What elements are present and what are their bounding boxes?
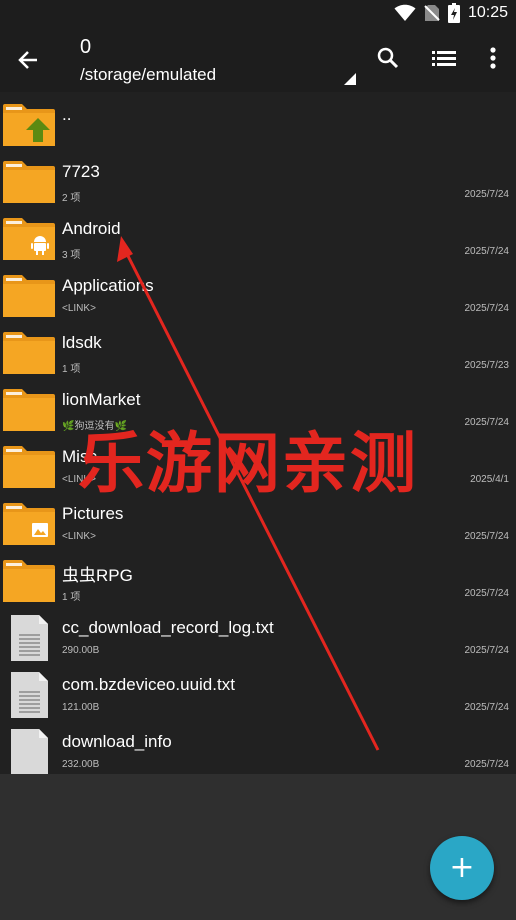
file-name: 虫虫RPG — [62, 566, 133, 585]
file-row[interactable]: 虫虫RPG 1 项 2025/7/24 — [0, 552, 516, 609]
folder-icon — [3, 560, 55, 602]
add-button[interactable]: + — [430, 836, 494, 900]
file-meta: <LINK> — [62, 303, 96, 314]
file-date: 2025/7/24 — [464, 246, 510, 257]
file-row[interactable]: Android 3 项 2025/7/24 — [0, 210, 516, 267]
watermark-text: 乐游网亲测 — [78, 425, 418, 502]
folder-android-icon — [3, 218, 55, 260]
folder-icon — [3, 332, 55, 374]
file-date: 2025/7/24 — [464, 531, 510, 542]
file-date: 2025/7/23 — [464, 360, 510, 371]
file-row[interactable]: .. — [0, 96, 516, 153]
file-row[interactable]: cc_download_record_log.txt 290.00B 2025/7/… — [0, 609, 516, 666]
file-row[interactable]: ldsdk 1 项 2025/7/23 — [0, 324, 516, 381]
file-date: 2025/4/1 — [470, 474, 509, 485]
folder-up-icon — [3, 104, 55, 146]
status-icons: 10:25 — [394, 3, 508, 23]
file-name: com.bzdeviceo.uuid.txt — [62, 675, 235, 694]
more-vert-icon — [490, 47, 496, 69]
file-meta: 232.00B — [62, 759, 100, 770]
file-name: cc_download_record_log.txt — [62, 618, 274, 637]
file-date: 2025/7/24 — [464, 189, 510, 200]
text-file-icon — [11, 615, 48, 661]
file-meta: 1 项 — [62, 364, 81, 375]
file-name: Pictures — [62, 504, 124, 523]
current-path[interactable]: /storage/emulated — [80, 65, 216, 85]
no-sim-icon — [424, 5, 440, 21]
wifi-icon — [394, 4, 416, 21]
file-date: 2025/7/24 — [464, 417, 510, 428]
folder-icon — [3, 389, 55, 431]
file-name: lionMarket — [62, 390, 141, 409]
blank-file-icon — [11, 729, 48, 775]
battery-charging-icon — [447, 3, 460, 23]
file-row[interactable]: 7723 2 项 2025/7/24 — [0, 153, 516, 210]
folder-icon — [3, 275, 55, 317]
file-date: 2025/7/24 — [464, 759, 510, 770]
file-date: 2025/7/24 — [464, 303, 510, 314]
dropdown-triangle-icon[interactable] — [344, 73, 356, 85]
file-date: 2025/7/24 — [464, 645, 510, 656]
file-date: 2025/7/24 — [464, 588, 510, 599]
status-bar: 10:25 — [0, 0, 516, 26]
file-name: 7723 — [62, 162, 100, 181]
file-meta: 121.00B — [62, 702, 100, 713]
folder-icon — [3, 161, 55, 203]
file-meta: <LINK> — [62, 531, 96, 542]
more-options-button[interactable] — [477, 42, 509, 74]
file-row[interactable]: Applications <LINK> 2025/7/24 — [0, 267, 516, 324]
file-name: .. — [62, 105, 72, 124]
file-row[interactable]: com.bzdeviceo.uuid.txt 121.00B 2025/7/24 — [0, 666, 516, 723]
folder-icon — [3, 446, 55, 488]
file-row[interactable]: download_info 232.00B 2025/7/24 — [0, 723, 516, 780]
app-bar: 0 /storage/emulated — [0, 26, 516, 92]
file-name: Applications — [62, 276, 154, 295]
back-button[interactable] — [12, 44, 44, 76]
folder-pictures-icon — [3, 503, 55, 545]
page-title: 0 — [80, 36, 92, 58]
file-meta: 290.00B — [62, 645, 100, 656]
plus-icon: + — [449, 850, 475, 885]
file-meta: 3 项 — [62, 250, 81, 261]
arrow-back-icon — [18, 51, 37, 69]
search-icon — [377, 47, 399, 69]
file-date: 2025/7/24 — [464, 702, 510, 713]
file-name: download_info — [62, 732, 172, 751]
text-file-icon — [11, 672, 48, 718]
search-button[interactable] — [372, 42, 404, 74]
list-view-icon — [432, 51, 456, 66]
file-meta: 1 项 — [62, 592, 81, 603]
file-name: ldsdk — [62, 333, 102, 352]
view-mode-button[interactable] — [428, 42, 460, 74]
file-meta: 2 项 — [62, 193, 81, 204]
file-name: Android — [62, 219, 121, 238]
clock: 10:25 — [467, 4, 508, 21]
